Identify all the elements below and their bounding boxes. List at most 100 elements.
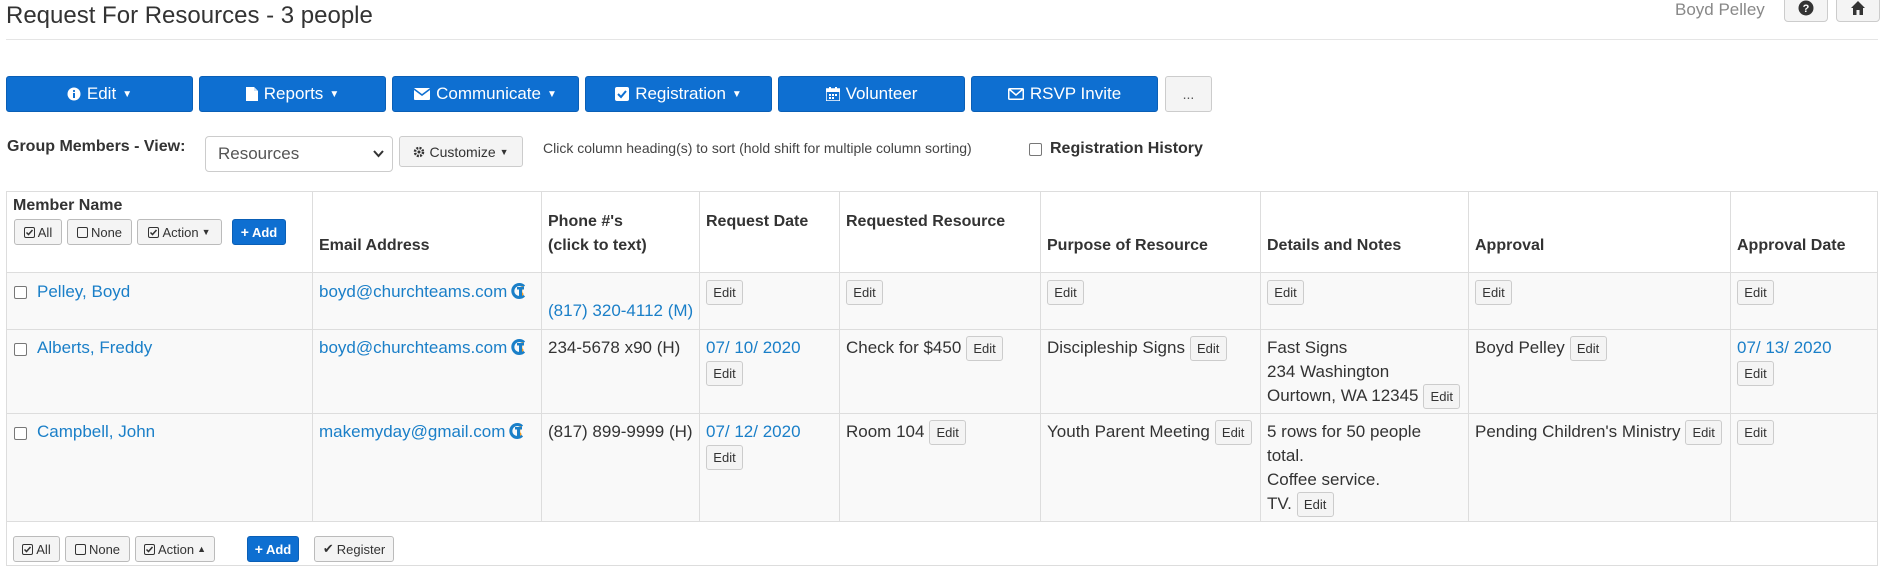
approval-cell: Boyd Pelley Edit [1475,336,1607,362]
column-header-approval[interactable]: Approval [1475,234,1544,258]
edit-request-date-button[interactable]: Edit [706,280,743,305]
column-divider [1730,192,1731,522]
member-name-link[interactable]: Pelley, Boyd [37,280,130,304]
details-line: TV. Edit [1267,492,1421,518]
edit-requested-resource-button[interactable]: Edit [966,336,1004,362]
edit-purpose-button[interactable]: Edit [1047,280,1084,305]
edit-approval-button[interactable]: Edit [1685,420,1723,446]
email-link[interactable]: boyd@churchteams.com [319,338,507,357]
edit-menu-button[interactable]: Edit ▼ [6,76,193,112]
header-divider [6,39,1878,40]
requested-resource-text: Room 104 [846,422,925,441]
more-button[interactable]: ... [1165,76,1212,112]
edit-details-button[interactable]: Edit [1423,384,1461,410]
edit-approval-date-button[interactable]: Edit [1737,280,1774,305]
row-select-checkbox[interactable] [14,343,27,356]
select-none-label: None [88,541,121,557]
registration-menu-label: Registration [635,84,726,103]
rsvp-invite-button[interactable]: RSVP Invite [971,76,1158,112]
edit-approval-button[interactable]: Edit [1569,336,1607,362]
churchteams-logo-icon[interactable] [511,339,527,355]
check-square-icon [615,87,630,101]
details-line: Ourtown, WA 12345 Edit [1267,384,1461,410]
phone-text: (817) 899-9999 (H) [548,422,693,441]
add-member-button[interactable]: + Add [232,219,286,245]
edit-request-date-button[interactable]: Edit [706,445,743,470]
register-button[interactable]: ✔ Register [314,536,394,562]
edit-approval-button[interactable]: Edit [1475,280,1512,305]
purpose-cell: Youth Parent Meeting Edit [1047,420,1252,446]
footer-add-member-button[interactable]: + Add [247,536,299,562]
view-select[interactable]: Resources [205,136,393,172]
footer-select-all-button[interactable]: All [13,536,60,562]
approval-cell: Pending Children's Ministry Edit [1475,420,1723,446]
row-select-checkbox[interactable] [14,286,27,299]
edit-purpose-button[interactable]: Edit [1189,336,1227,362]
column-header-approval-date[interactable]: Approval Date [1737,234,1845,258]
reports-menu-button[interactable]: Reports ▼ [199,76,386,112]
rows-background [7,272,1877,521]
member-name-link[interactable]: Campbell, John [37,420,155,444]
column-header-request-date[interactable]: Request Date [706,210,808,234]
edit-details-button[interactable]: Edit [1267,280,1304,305]
action-menu-button[interactable]: Action ▼ [137,219,222,245]
churchteams-logo-icon[interactable] [509,423,525,439]
approval-text: Pending Children's Ministry [1475,422,1681,441]
communicate-menu-label: Communicate [436,84,541,103]
volunteer-button[interactable]: Volunteer [778,76,965,112]
select-all-label: All [36,541,51,557]
column-header-requested-resource[interactable]: Requested Resource [846,210,1005,234]
select-all-label: All [37,224,53,240]
email-link[interactable]: boyd@churchteams.com [319,282,507,301]
select-all-button[interactable]: All [14,219,62,245]
edit-approval-date-button[interactable]: Edit [1737,420,1774,445]
row-select-checkbox[interactable] [14,427,27,440]
column-header-email[interactable]: Email Address [319,234,430,258]
column-divider [699,192,700,522]
purpose-text: Discipleship Signs [1047,338,1185,357]
phone-link[interactable]: (817) 320-4112 (M) [548,299,693,323]
registration-history-checkbox[interactable] [1029,142,1042,156]
member-name-link[interactable]: Alberts, Freddy [37,336,152,360]
help-button[interactable]: ? [1784,0,1828,22]
purpose-cell: Discipleship Signs Edit [1047,336,1227,362]
file-icon [245,87,258,101]
communicate-menu-button[interactable]: Communicate ▼ [392,76,579,112]
requested-resource-cell: Room 104 Edit [846,420,967,446]
plus-icon: + [254,541,263,557]
column-header-purpose[interactable]: Purpose of Resource [1047,234,1208,258]
churchteams-logo-icon[interactable] [511,283,527,299]
edit-details-button[interactable]: Edit [1296,492,1334,518]
edit-purpose-button[interactable]: Edit [1214,420,1252,446]
edit-approval-date-button[interactable]: Edit [1737,361,1774,386]
column-header-details[interactable]: Details and Notes [1267,234,1401,258]
registration-history-toggle[interactable]: Registration History [1029,140,1203,158]
view-controls: Group Members - View: Resources Customiz… [6,136,1876,172]
edit-request-date-button[interactable]: Edit [706,361,743,386]
edit-requested-resource-button[interactable]: Edit [846,280,883,305]
request-date-link[interactable]: 07/ 10/ 2020 [706,336,801,360]
column-divider [541,192,542,522]
footer-action-menu-button[interactable]: Action ▲ [135,536,215,562]
plus-icon: + [240,224,249,240]
email-link[interactable]: makemyday@gmail.com [319,422,505,441]
registration-menu-button[interactable]: Registration ▼ [585,76,772,112]
user-name[interactable]: Boyd Pelley [1675,0,1765,20]
column-divider [1260,192,1261,522]
column-header-member-name[interactable]: Member Name [13,194,122,218]
details-cell: 5 rows for 50 people total. Coffee servi… [1267,420,1421,518]
check-icon: ✔ [322,541,334,556]
column-header-phone[interactable]: Phone #'s (click to text) [548,210,647,258]
page-header: Request For Resources - 3 people Boyd Pe… [0,0,1885,40]
approval-date-link[interactable]: 07/ 13/ 2020 [1737,336,1832,360]
details-line: Fast Signs [1267,338,1348,357]
home-button[interactable] [1836,0,1880,22]
more-label: ... [1182,86,1195,102]
caret-down-icon: ▼ [201,227,211,237]
page-title: Request For Resources - 3 people [6,2,373,29]
customize-button[interactable]: Customize ▼ [399,136,523,167]
select-none-button[interactable]: None [67,219,132,245]
edit-requested-resource-button[interactable]: Edit [929,420,967,446]
footer-select-none-button[interactable]: None [65,536,130,562]
request-date-link[interactable]: 07/ 12/ 2020 [706,420,801,444]
